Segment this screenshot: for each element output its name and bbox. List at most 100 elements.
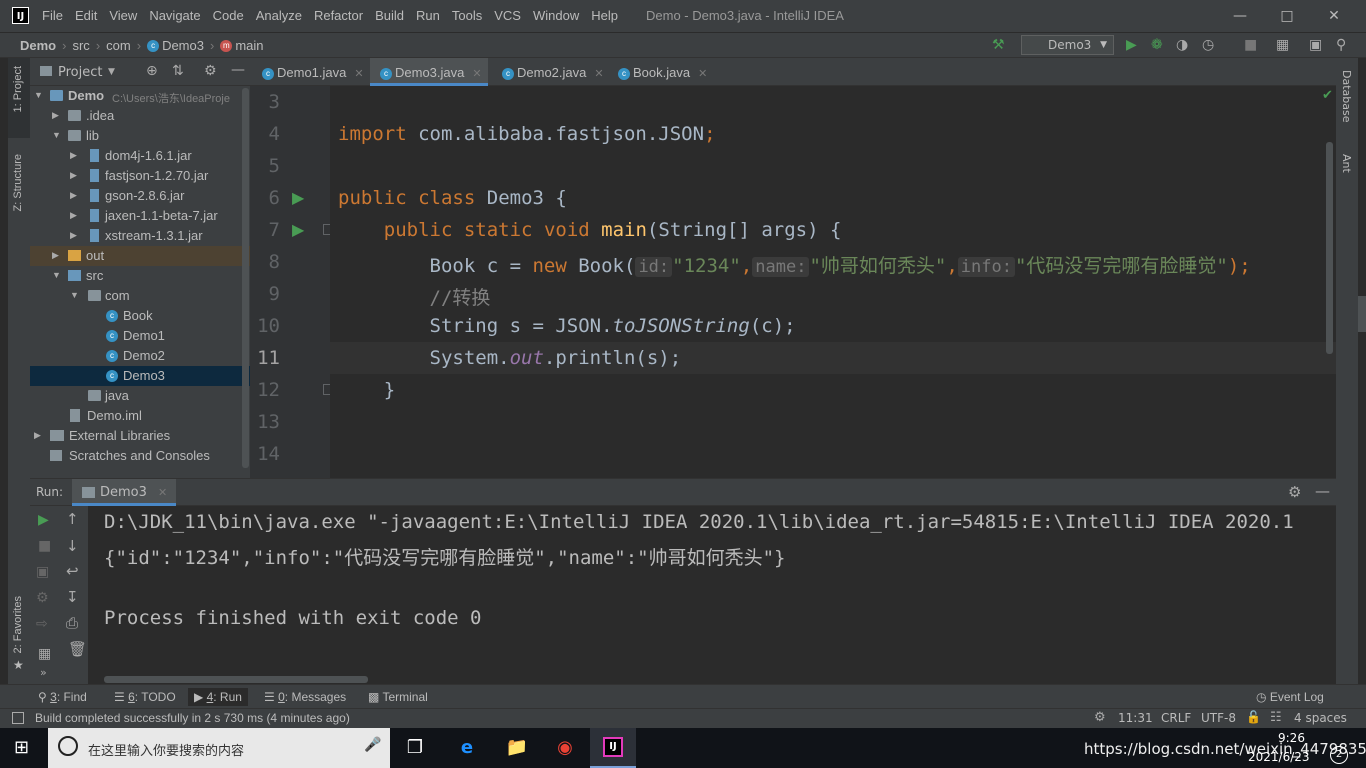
minimize-button[interactable]: — [1220, 4, 1260, 28]
lock-icon[interactable]: 🔓 [1246, 710, 1261, 724]
tool-tab-favorites[interactable]: 2: Favorites [12, 596, 24, 653]
gear-icon[interactable]: ⚙ [204, 63, 217, 79]
build-hammer-icon[interactable]: ⚒ [992, 37, 1005, 53]
locate-icon[interactable]: ⊕ [146, 63, 158, 79]
menu-refactor[interactable]: Refactor [314, 8, 363, 23]
tree-node-class[interactable]: c Demo2 [30, 346, 250, 366]
close-icon[interactable]: ✕ [594, 68, 603, 80]
tool-tab-ant[interactable]: Ant [1340, 154, 1353, 173]
profile-icon[interactable]: ◷ [1202, 37, 1214, 53]
close-button[interactable]: ✕ [1314, 4, 1354, 28]
run-console[interactable]: D:\JDK_11\bin\java.exe "-javaagent:E:\In… [88, 506, 1336, 684]
tab-demo2[interactable]: c Demo2.java ✕ [492, 58, 612, 86]
project-scrollbar[interactable] [242, 88, 249, 468]
tree-node-lib[interactable]: ▼ lib [30, 126, 250, 146]
file-explorer-icon[interactable]: 📁 [502, 734, 532, 762]
chevron-right-icon[interactable]: ▶ [70, 170, 77, 181]
chrome-icon[interactable]: ◉ [550, 734, 580, 762]
caret-position[interactable]: 11:31 [1118, 711, 1153, 725]
tool-tab-messages[interactable]: ☰ 0: Messages [264, 690, 346, 704]
line-separator[interactable]: CRLF [1161, 711, 1191, 725]
chevron-down-icon[interactable]: ▼ [70, 290, 79, 300]
chevron-down-icon[interactable]: ▼ [108, 67, 115, 77]
chevron-right-icon[interactable]: ▶ [70, 230, 77, 241]
menu-view[interactable]: View [109, 8, 137, 23]
tab-demo3[interactable]: c Demo3.java ✕ [370, 58, 488, 86]
search-everywhere-icon[interactable]: ⚲ [1336, 37, 1346, 53]
chevron-down-icon[interactable]: ▼ [52, 270, 61, 280]
layout-icon[interactable]: ▣ [1309, 37, 1322, 53]
arrow-up-icon[interactable]: ↑ [66, 510, 79, 528]
tree-node-scratches[interactable]: Scratches and Consoles [30, 446, 250, 466]
menu-analyze[interactable]: Analyze [256, 8, 302, 23]
close-icon[interactable]: ✕ [698, 68, 707, 80]
tree-node-class[interactable]: c Demo1 [30, 326, 250, 346]
tree-node-jar[interactable]: ▶ gson-2.8.6.jar [30, 186, 250, 206]
tree-node-out[interactable]: ▶ out [30, 246, 250, 266]
code-editor[interactable]: import com.alibaba.fastjson.JSON; public… [330, 86, 1336, 478]
trash-icon[interactable]: 🗑 [68, 640, 87, 658]
task-view-icon[interactable]: ❐ [400, 734, 430, 762]
outer-scrollbar[interactable] [1358, 296, 1366, 332]
menu-file[interactable]: File [42, 8, 63, 23]
login-icon[interactable]: ⇨ [36, 616, 48, 632]
chevron-down-icon[interactable]: ▼ [52, 130, 61, 140]
run-configuration-dropdown[interactable]: Demo3 ▼ [1021, 35, 1114, 55]
microphone-icon[interactable]: 🎤 [364, 737, 381, 753]
file-icon[interactable]: ☷ [1270, 710, 1282, 725]
tree-node-iml[interactable]: Demo.iml [30, 406, 250, 426]
stop-icon[interactable]: ■ [1244, 37, 1257, 53]
tree-node-jar[interactable]: ▶ xstream-1.3.1.jar [30, 226, 250, 246]
breadcrumb-main[interactable]: main [235, 38, 263, 53]
menu-navigate[interactable]: Navigate [149, 8, 200, 23]
chevron-right-icon[interactable]: ▶ [70, 150, 77, 161]
tree-node-com[interactable]: ▼ com [30, 286, 250, 306]
camera-icon[interactable]: ▣ [36, 564, 49, 580]
menu-tools[interactable]: Tools [452, 8, 482, 23]
taskbar-search[interactable]: 在这里输入你要搜索的内容 🎤 [48, 728, 390, 768]
layout-toggle-icon[interactable] [12, 712, 24, 724]
menu-window[interactable]: Window [533, 8, 579, 23]
close-icon[interactable]: ✕ [158, 486, 167, 499]
breadcrumb-src[interactable]: src [72, 38, 89, 53]
status-message[interactable]: Build completed successfully in 2 s 730 … [35, 711, 350, 725]
menu-code[interactable]: Code [213, 8, 244, 23]
tree-node-jar[interactable]: ▶ dom4j-1.6.1.jar [30, 146, 250, 166]
tool-tab-project[interactable]: 1: Project [12, 66, 24, 112]
windows-start-icon[interactable]: ⊞ [14, 737, 29, 758]
tool-tab-event-log[interactable]: ◷ Event Log [1256, 690, 1324, 704]
menu-build[interactable]: Build [375, 8, 404, 23]
tree-node-java[interactable]: java [30, 386, 250, 406]
menu-edit[interactable]: Edit [75, 8, 97, 23]
tool-tab-find[interactable]: ⚲ 3: Find [38, 690, 87, 704]
gear-icon[interactable]: ⚙ [1094, 710, 1106, 725]
scroll-to-end-icon[interactable]: ↧ [66, 588, 79, 606]
run-gutter-icon[interactable]: ▶ [292, 188, 304, 207]
chevron-right-icon[interactable]: ▶ [52, 110, 59, 121]
print-icon[interactable]: ⎙ [66, 614, 78, 632]
clock-date[interactable]: 2021/6/23 [1248, 750, 1310, 764]
gear-icon[interactable]: ⚙ [1288, 483, 1301, 501]
debug-icon[interactable]: ❁ [1151, 37, 1163, 53]
run-tab-demo3[interactable]: Demo3 ✕ [72, 479, 176, 506]
close-icon[interactable]: ✕ [354, 68, 363, 80]
tree-node-demo[interactable]: ▼ Demo C:\Users\浩东\IdeaProje [30, 86, 250, 106]
tree-node-jar[interactable]: ▶ fastjson-1.2.70.jar [30, 166, 250, 186]
run-gutter-icon[interactable]: ▶ [292, 220, 304, 239]
editor-scrollbar[interactable] [1326, 142, 1333, 354]
settings-icon[interactable]: ⚙ [36, 590, 49, 606]
soft-wrap-icon[interactable]: ↩ [66, 562, 79, 580]
close-icon[interactable]: ✕ [472, 68, 481, 80]
chevron-right-icon[interactable]: ▶ [34, 430, 41, 441]
chevron-down-icon[interactable]: ▼ [34, 90, 43, 100]
hide-panel-icon[interactable]: — [1315, 482, 1330, 500]
menu-run[interactable]: Run [416, 8, 440, 23]
breadcrumb-demo3[interactable]: Demo3 [162, 38, 204, 53]
tab-demo1[interactable]: c Demo1.java ✕ [250, 58, 368, 86]
stop-icon[interactable]: ■ [38, 538, 51, 554]
tool-tab-run[interactable]: ▶ 4: Run [188, 688, 248, 706]
tree-node-external-libraries[interactable]: ▶ External Libraries [30, 426, 250, 446]
indent-setting[interactable]: 4 spaces [1294, 711, 1347, 725]
file-encoding[interactable]: UTF-8 [1201, 711, 1236, 725]
layout-icon[interactable]: ▦ [38, 646, 51, 662]
